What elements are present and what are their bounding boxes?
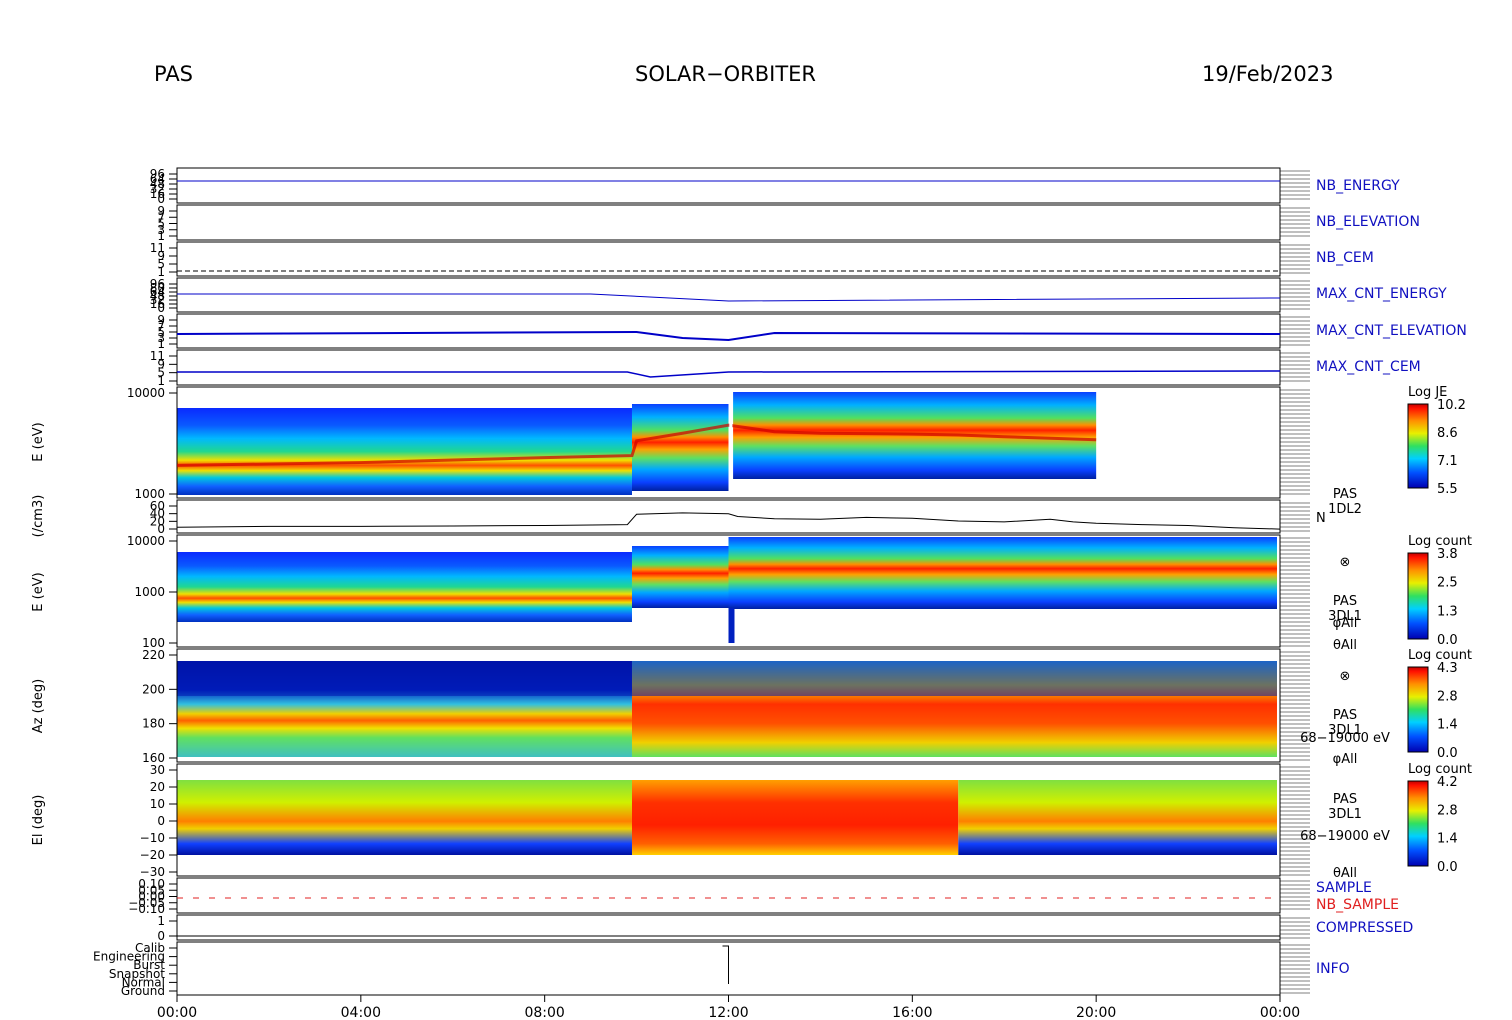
density-line	[176, 512, 1281, 530]
time-tick-label: 04:00	[341, 1005, 381, 1020]
panel-frame-max_cnt_elevation	[176, 313, 1281, 349]
spec2-side-4: θAll	[1333, 638, 1357, 653]
y-axis-label-elevation: El (deg)	[31, 795, 46, 846]
panel-frame-nb_energy	[176, 167, 1281, 204]
max-cnt-energy-label: MAX_CNT_ENERGY	[1316, 286, 1447, 302]
panel-frame-nb_elevation	[176, 204, 1281, 241]
colorbar-az-bar	[1407, 666, 1429, 753]
colorbar-az-tick: 2.8	[1437, 689, 1458, 704]
el-side-4: θAll	[1333, 866, 1357, 881]
spec1-band-before-shock	[177, 408, 632, 495]
y-tick-label-elevation: 10	[150, 797, 165, 811]
panel-frame-max_cnt_cem	[176, 349, 1281, 386]
panel-frame-density	[176, 499, 1281, 534]
time-tick-label: 00:00	[157, 1005, 197, 1020]
colorbar-el-tick: 1.4	[1437, 832, 1458, 847]
compressed-label: COMPRESSED	[1316, 920, 1413, 936]
panel-frame-sample	[176, 877, 1281, 914]
max-cnt-elevation-label: MAX_CNT_ELEVATION	[1316, 323, 1467, 339]
y-tick-label-elevation: −10	[140, 831, 165, 845]
colorbar-spec2-tick: 1.3	[1437, 604, 1458, 619]
panel-frame-max_cnt_energy	[176, 277, 1281, 313]
y-tick-label-info: Ground	[121, 984, 165, 998]
colorbar-je-bar	[1407, 403, 1429, 489]
colorbar-je-tick: 7.1	[1437, 454, 1458, 469]
colorbar-je-tick: 8.6	[1437, 426, 1458, 441]
el-band-after	[958, 780, 1277, 855]
colorbar-spec2-tick: 0.0	[1437, 633, 1458, 648]
colorbar-el-tick: 2.8	[1437, 803, 1458, 818]
density-side-3: N	[1316, 511, 1326, 526]
y-tick-label-azimuth: 220	[142, 648, 165, 662]
colorbar-je-tick: 10.2	[1437, 398, 1466, 413]
el-side-1: PAS	[1333, 792, 1357, 807]
spec2-side-3: φAll	[1333, 616, 1358, 631]
nb-elevation-label: NB_ELEVATION	[1316, 214, 1420, 230]
y-axis-label-density: (/cm3)	[31, 495, 46, 538]
spec2-band-shock	[631, 546, 729, 608]
density-side-1: PAS	[1333, 487, 1357, 502]
y-tick-label-elevation: 0	[157, 814, 165, 828]
max-cnt-cem-label: MAX_CNT_CEM	[1316, 359, 1421, 375]
spec1-band-shock	[631, 404, 729, 491]
stacked-plot: 9664483216097531119519680644832160975311…	[31, 167, 1472, 1020]
y-tick-label-elevation: 30	[150, 763, 165, 777]
y-tick-label-spec2: 10000	[127, 534, 165, 548]
time-tick-label: 12:00	[708, 1005, 748, 1020]
el-side-2: 3DL1	[1328, 807, 1362, 822]
y-axis-label-azimuth: Az (deg)	[31, 679, 46, 734]
spec2-side-1: PAS	[1333, 594, 1357, 609]
spec2-shock-spike	[728, 608, 735, 643]
max-cnt-elevation-trace	[176, 330, 1281, 342]
az-top-dark	[177, 661, 1277, 696]
spec2-band-after-shock	[728, 537, 1277, 609]
az-side-1: PAS	[1333, 708, 1357, 723]
y-tick-label-elevation: 20	[150, 780, 165, 794]
nb-sample-label: NB_SAMPLE	[1316, 897, 1399, 913]
y-tick-label-elevation: −20	[140, 848, 165, 862]
az-side-symbol: ⊗	[1340, 669, 1351, 684]
y-axis-label-spec1: E (eV)	[31, 422, 46, 461]
time-tick-label: 20:00	[1076, 1005, 1116, 1020]
el-band-before-shock	[177, 780, 632, 855]
y-tick-label-compressed: 1	[157, 914, 165, 928]
max-cnt-cem-trace	[177, 370, 1281, 378]
y-axis-label-spec2: E (eV)	[31, 572, 46, 611]
colorbar-az-tick: 1.4	[1437, 718, 1458, 733]
el-band-shock	[631, 780, 959, 855]
y-tick-label-spec1: 10000	[127, 386, 165, 400]
el-side-3: 68−19000 eV	[1300, 829, 1390, 844]
colorbar-el-tick: 4.2	[1437, 775, 1458, 790]
az-side-3: 68−19000 eV	[1300, 731, 1390, 746]
y-tick-label-azimuth: 200	[142, 682, 165, 696]
info-label: INFO	[1316, 961, 1350, 977]
colorbar-spec2-tick: 3.8	[1437, 547, 1458, 562]
y-tick-label-azimuth: 180	[142, 717, 165, 731]
colorbar-az-tick: 4.3	[1437, 661, 1458, 676]
spec2-side-symbol: ⊗	[1340, 555, 1351, 570]
colorbar-spec2-tick: 2.5	[1437, 576, 1458, 591]
spec2-band-before-shock	[177, 552, 632, 622]
sample-label: SAMPLE	[1316, 880, 1372, 896]
time-tick-label: 00:00	[1260, 1005, 1300, 1020]
y-tick-label-spec2: 1000	[134, 585, 165, 599]
density-side-2: 1DL2	[1328, 502, 1362, 517]
time-tick-label: 16:00	[892, 1005, 932, 1020]
max-cnt-energy-trace	[177, 293, 1281, 302]
nb-cem-label: NB_CEM	[1316, 250, 1374, 266]
colorbar-je-tick: 5.5	[1437, 482, 1458, 497]
time-tick-label: 08:00	[524, 1005, 564, 1020]
info-trace	[722, 945, 729, 984]
colorbar-el-tick: 0.0	[1437, 860, 1458, 875]
colorbar-az-tick: 0.0	[1437, 746, 1458, 761]
colorbar-spec2-bar	[1407, 552, 1429, 640]
az-side-4: φAll	[1333, 752, 1358, 767]
colorbar-el-bar	[1407, 780, 1429, 867]
nb-energy-label: NB_ENERGY	[1316, 178, 1400, 194]
